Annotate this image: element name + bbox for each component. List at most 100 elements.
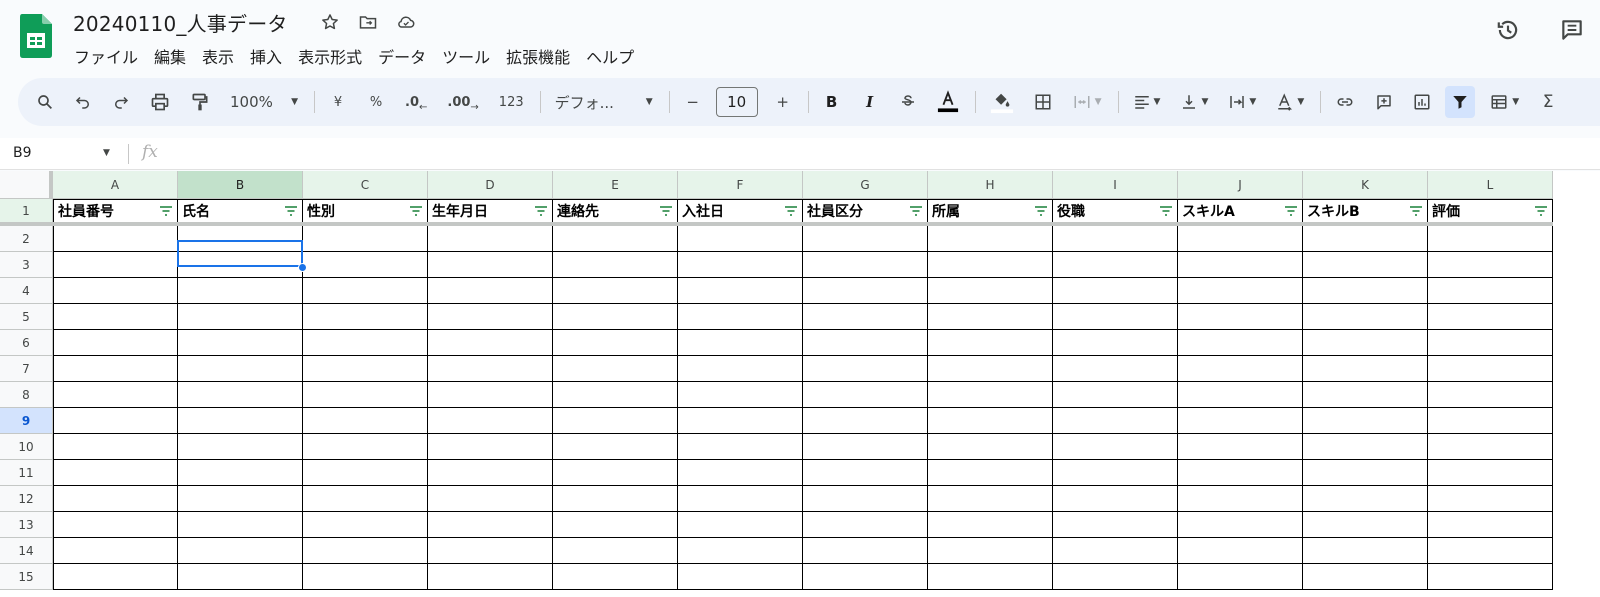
cell-g3[interactable] xyxy=(803,252,928,278)
text-color-icon[interactable] xyxy=(931,86,965,118)
version-history-icon[interactable] xyxy=(1494,16,1522,44)
cell-b2[interactable] xyxy=(178,226,303,252)
cell-e5[interactable] xyxy=(553,304,678,330)
cell-j4[interactable] xyxy=(1178,278,1303,304)
cell-f5[interactable] xyxy=(678,304,803,330)
cell-g14[interactable] xyxy=(803,538,928,564)
header-cell-k[interactable]: スキルB xyxy=(1303,199,1428,222)
menu-view[interactable]: 表示 xyxy=(194,42,242,70)
cell-i13[interactable] xyxy=(1053,512,1178,538)
cell-b9[interactable] xyxy=(178,408,303,434)
cell-c6[interactable] xyxy=(303,330,428,356)
cell-b10[interactable] xyxy=(178,434,303,460)
cell-d9[interactable] xyxy=(428,408,553,434)
cell-l3[interactable] xyxy=(1428,252,1553,278)
cell-k12[interactable] xyxy=(1303,486,1428,512)
column-header-e[interactable]: E xyxy=(553,171,678,199)
cell-h5[interactable] xyxy=(928,304,1053,330)
cell-h2[interactable] xyxy=(928,226,1053,252)
decrease-font-size-button[interactable]: − xyxy=(678,86,708,118)
search-menus-icon[interactable] xyxy=(30,86,60,118)
cell-j11[interactable] xyxy=(1178,460,1303,486)
cell-d2[interactable] xyxy=(428,226,553,252)
cell-d5[interactable] xyxy=(428,304,553,330)
cell-a10[interactable] xyxy=(53,434,178,460)
cell-f4[interactable] xyxy=(678,278,803,304)
header-cell-l[interactable]: 評価 xyxy=(1428,199,1553,222)
row-header-6[interactable]: 6 xyxy=(0,330,53,356)
strikethrough-icon[interactable] xyxy=(893,86,923,118)
column-header-i[interactable]: I xyxy=(1053,171,1178,199)
cell-a14[interactable] xyxy=(53,538,178,564)
cell-e11[interactable] xyxy=(553,460,678,486)
cell-h15[interactable] xyxy=(928,564,1053,590)
cell-k10[interactable] xyxy=(1303,434,1428,460)
cell-d8[interactable] xyxy=(428,382,553,408)
cell-e9[interactable] xyxy=(553,408,678,434)
cell-g15[interactable] xyxy=(803,564,928,590)
cell-d13[interactable] xyxy=(428,512,553,538)
cell-h8[interactable] xyxy=(928,382,1053,408)
increase-font-size-button[interactable]: + xyxy=(768,86,798,118)
row-header-13[interactable]: 13 xyxy=(0,512,53,538)
insert-link-icon[interactable] xyxy=(1329,86,1361,118)
more-formats-button[interactable]: 123 xyxy=(493,86,530,118)
column-header-k[interactable]: K xyxy=(1303,171,1428,199)
column-filter-icon[interactable] xyxy=(1409,206,1423,216)
cell-a7[interactable] xyxy=(53,356,178,382)
column-header-j[interactable]: J xyxy=(1178,171,1303,199)
header-cell-c[interactable]: 性別 xyxy=(303,199,428,222)
cell-l15[interactable] xyxy=(1428,564,1553,590)
cell-b5[interactable] xyxy=(178,304,303,330)
cell-c8[interactable] xyxy=(303,382,428,408)
text-wrapping-icon[interactable]: ▼ xyxy=(1222,86,1262,118)
cell-c14[interactable] xyxy=(303,538,428,564)
cell-b4[interactable] xyxy=(178,278,303,304)
move-folder-icon[interactable] xyxy=(356,10,380,34)
cell-f6[interactable] xyxy=(678,330,803,356)
cell-i4[interactable] xyxy=(1053,278,1178,304)
column-header-f[interactable]: F xyxy=(678,171,803,199)
font-family-select[interactable]: デフォ... ▼ xyxy=(549,86,659,118)
print-icon[interactable] xyxy=(144,86,176,118)
name-box[interactable]: B9 xyxy=(13,145,32,161)
row-header-1[interactable]: 1 xyxy=(0,199,53,226)
cell-a2[interactable] xyxy=(53,226,178,252)
cell-a11[interactable] xyxy=(53,460,178,486)
italic-button[interactable]: I xyxy=(855,86,885,118)
cell-k15[interactable] xyxy=(1303,564,1428,590)
cell-h9[interactable] xyxy=(928,408,1053,434)
column-filter-icon[interactable] xyxy=(284,206,298,216)
sheet-grid[interactable]: ABCDEFGHIJKL 1 2 3 4 5 6 7 8 9 10 11 12 13 14 15 社員番号氏… xyxy=(0,171,1600,597)
cell-i5[interactable] xyxy=(1053,304,1178,330)
cell-h3[interactable] xyxy=(928,252,1053,278)
header-cell-d[interactable]: 生年月日 xyxy=(428,199,553,222)
header-cell-f[interactable]: 入社日 xyxy=(678,199,803,222)
cell-a5[interactable] xyxy=(53,304,178,330)
column-filter-icon[interactable] xyxy=(1034,206,1048,216)
cloud-saved-icon[interactable] xyxy=(394,10,418,34)
column-filter-icon[interactable] xyxy=(159,206,173,216)
cell-k6[interactable] xyxy=(1303,330,1428,356)
cell-j9[interactable] xyxy=(1178,408,1303,434)
cell-e13[interactable] xyxy=(553,512,678,538)
cell-c11[interactable] xyxy=(303,460,428,486)
cell-d7[interactable] xyxy=(428,356,553,382)
percent-format-button[interactable]: % xyxy=(361,86,391,118)
cell-j6[interactable] xyxy=(1178,330,1303,356)
row-header-3[interactable]: 3 xyxy=(0,252,53,278)
currency-format-button[interactable]: ¥ xyxy=(323,86,353,118)
cell-i11[interactable] xyxy=(1053,460,1178,486)
menu-format[interactable]: 表示形式 xyxy=(290,42,370,70)
cell-b14[interactable] xyxy=(178,538,303,564)
cell-k11[interactable] xyxy=(1303,460,1428,486)
cell-d10[interactable] xyxy=(428,434,553,460)
cell-f9[interactable] xyxy=(678,408,803,434)
cell-j5[interactable] xyxy=(1178,304,1303,330)
row-header-14[interactable]: 14 xyxy=(0,538,53,564)
cell-b13[interactable] xyxy=(178,512,303,538)
cell-i10[interactable] xyxy=(1053,434,1178,460)
bold-button[interactable]: B xyxy=(817,86,847,118)
cell-l10[interactable] xyxy=(1428,434,1553,460)
cell-l6[interactable] xyxy=(1428,330,1553,356)
